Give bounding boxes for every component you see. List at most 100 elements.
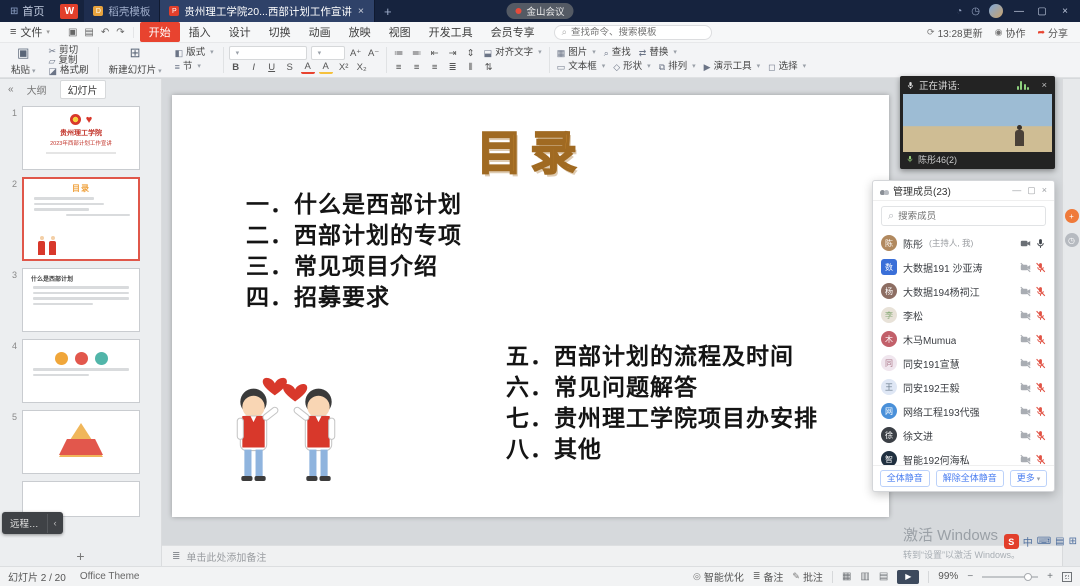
camera-off-icon[interactable] xyxy=(1020,406,1031,417)
font-name-select[interactable] xyxy=(229,46,307,60)
mic-muted-icon[interactable] xyxy=(1035,382,1046,393)
shapes-button[interactable]: ◇形状 xyxy=(611,62,652,72)
toc-list-right[interactable]: 五．西部计划的流程及时间 六．常见问题解答 七．贵州理工学院项目办安排 八．其他 xyxy=(506,341,818,465)
menu-design[interactable]: 设计 xyxy=(220,22,260,42)
zoom-slider-knob[interactable] xyxy=(1024,573,1032,581)
strikethrough-button[interactable]: S xyxy=(283,61,297,74)
settings-grid-icon[interactable]: ⊞ xyxy=(1069,536,1077,547)
replace-button[interactable]: ⇄替换 xyxy=(637,48,679,58)
fullscreen-icon[interactable] xyxy=(1062,572,1072,582)
camera-off-icon[interactable] xyxy=(1020,286,1031,297)
command-search-input[interactable] xyxy=(571,27,691,38)
member-row[interactable]: 陈 陈彤 (主持人, 我) xyxy=(873,231,1054,255)
menu-insert[interactable]: 插入 xyxy=(180,22,220,42)
menu-transition[interactable]: 切换 xyxy=(260,22,300,42)
zoom-out-icon[interactable]: − xyxy=(967,571,973,582)
layout-button[interactable]: ◧版式 xyxy=(173,48,216,58)
mute-all-button[interactable]: 全体静音 xyxy=(880,470,930,487)
wps-logo[interactable]: W xyxy=(60,4,78,19)
camera-off-icon[interactable] xyxy=(1020,334,1031,345)
menu-membership[interactable]: 会员专享 xyxy=(482,22,544,42)
normal-view-icon[interactable]: ▦ xyxy=(842,571,851,582)
align-left-button[interactable]: ≡ xyxy=(392,61,406,74)
zoom-slider[interactable] xyxy=(982,576,1038,578)
camera-off-icon[interactable] xyxy=(1020,310,1031,321)
user-avatar[interactable] xyxy=(989,4,1003,18)
meeting-indicator[interactable]: 金山会议 xyxy=(506,3,573,19)
align-right-button[interactable]: ≡ xyxy=(428,61,442,74)
paste-button[interactable]: ▣ 粘贴 xyxy=(4,45,43,75)
camera-off-icon[interactable] xyxy=(1020,382,1031,393)
presentation-tools-button[interactable]: ▶演示工具 xyxy=(702,62,762,72)
new-slide-button[interactable]: ⊞ 新建幻灯片 xyxy=(102,45,169,75)
skin-icon[interactable]: ◔ xyxy=(956,6,962,17)
slide-thumbnail[interactable]: 5 xyxy=(0,410,153,474)
history-icon[interactable]: ◷ xyxy=(1065,233,1079,247)
toc-list-left[interactable]: 一．什么是西部计划 二．西部计划的专项 三．常见项目介绍 四．招募要求 xyxy=(246,189,462,313)
member-row[interactable]: 同 同安191宣慧 xyxy=(873,351,1054,375)
camera-off-icon[interactable] xyxy=(1020,454,1031,465)
reading-view-icon[interactable]: ▤ xyxy=(879,571,888,582)
smart-optimize-button[interactable]: ◎智能优化 xyxy=(693,569,744,584)
add-slide-button[interactable]: + xyxy=(0,547,161,565)
volunteers-illustration[interactable] xyxy=(220,327,352,499)
close-tab-icon[interactable]: × xyxy=(357,5,365,17)
command-search-box[interactable]: ⌕ xyxy=(554,25,712,40)
mic-muted-icon[interactable] xyxy=(1035,358,1046,369)
file-menu-button[interactable]: ≡ 文件 ▾ xyxy=(0,24,60,40)
font-color-button[interactable]: A xyxy=(301,61,315,74)
notify-icon[interactable]: ◷ xyxy=(971,6,980,17)
italic-button[interactable]: I xyxy=(247,61,261,74)
mic-muted-icon[interactable] xyxy=(1035,406,1046,417)
select-button[interactable]: ◻选择 xyxy=(766,62,808,72)
numbering-button[interactable]: ≕ xyxy=(410,47,424,60)
camera-off-icon[interactable] xyxy=(1020,262,1031,273)
new-tab-button[interactable]: + xyxy=(375,4,401,19)
superscript-button[interactable]: X² xyxy=(337,61,351,74)
maximize-icon[interactable]: ▢ xyxy=(1027,185,1036,196)
slide-thumbnail[interactable]: 1 ♥ 贵州理工学院 2023年西部计划工作宣讲 xyxy=(0,106,153,170)
mic-muted-icon[interactable] xyxy=(1035,454,1046,465)
sync-status[interactable]: ⟳13:28更新 xyxy=(927,25,983,40)
camera-off-icon[interactable] xyxy=(1020,430,1031,441)
bullets-button[interactable]: ≔ xyxy=(392,47,406,60)
close-button[interactable]: × xyxy=(1058,6,1072,17)
more-button[interactable]: 更多 xyxy=(1010,470,1048,487)
slide-thumbnail[interactable]: 3 什么是西部计划 xyxy=(0,268,153,332)
slideshow-play-button[interactable]: ▶ xyxy=(897,570,919,584)
tab-template-store[interactable]: D 稻壳模板 xyxy=(84,0,160,22)
tab-current-document[interactable]: P 贵州理工学院20...西部计划工作宣讲 × xyxy=(160,0,375,22)
notes-toggle-button[interactable]: ≣备注 xyxy=(753,569,784,584)
collaborate-button[interactable]: ◉协作 xyxy=(995,25,1026,40)
line-spacing-button[interactable]: ⇕ xyxy=(464,47,478,60)
menu-start[interactable]: 开始 xyxy=(140,22,180,42)
unmute-all-button[interactable]: 解除全体静音 xyxy=(936,470,1004,487)
bold-button[interactable]: B xyxy=(229,61,243,74)
distribute-button[interactable]: ⫴ xyxy=(464,61,478,74)
textbox-button[interactable]: ▭文本框 xyxy=(555,62,608,72)
slide-thumbnail-selected[interactable]: 2 目录 xyxy=(0,177,153,261)
close-icon[interactable]: × xyxy=(1042,185,1047,196)
increase-font-button[interactable]: A⁺ xyxy=(349,47,363,60)
mic-muted-icon[interactable] xyxy=(1035,334,1046,345)
member-row[interactable]: 数 大数据191 沙亚涛 xyxy=(873,255,1054,279)
section-button[interactable]: ≡节 xyxy=(173,62,216,72)
assistant-icon[interactable]: + xyxy=(1065,209,1079,223)
slide-2[interactable]: 目录 一．什么是西部计划 二．西部计划的专项 三．常见项目介绍 四．招募要求 五… xyxy=(172,95,889,517)
camera-off-icon[interactable] xyxy=(1020,358,1031,369)
menu-devtools[interactable]: 开发工具 xyxy=(420,22,482,42)
member-row[interactable]: 智 智能192何海私 xyxy=(873,447,1054,465)
theme-name[interactable]: Office Theme xyxy=(80,571,140,582)
zoom-in-icon[interactable]: + xyxy=(1047,571,1053,582)
subscript-button[interactable]: X₂ xyxy=(355,61,369,74)
close-icon[interactable]: × xyxy=(1039,80,1049,91)
minimize-button[interactable]: — xyxy=(1012,6,1026,17)
mic-muted-icon[interactable] xyxy=(1035,310,1046,321)
format-painter-button[interactable]: ◪格式刷 xyxy=(47,66,91,76)
member-row[interactable]: 木 木马Mumua xyxy=(873,327,1054,351)
toolbox-icon[interactable]: ▤ xyxy=(1055,536,1064,547)
arrange-button[interactable]: ⧉排列 xyxy=(657,62,698,72)
increase-indent-button[interactable]: ⇥ xyxy=(446,47,460,60)
picture-button[interactable]: ▦图片 xyxy=(555,48,598,58)
font-size-select[interactable] xyxy=(311,46,345,60)
